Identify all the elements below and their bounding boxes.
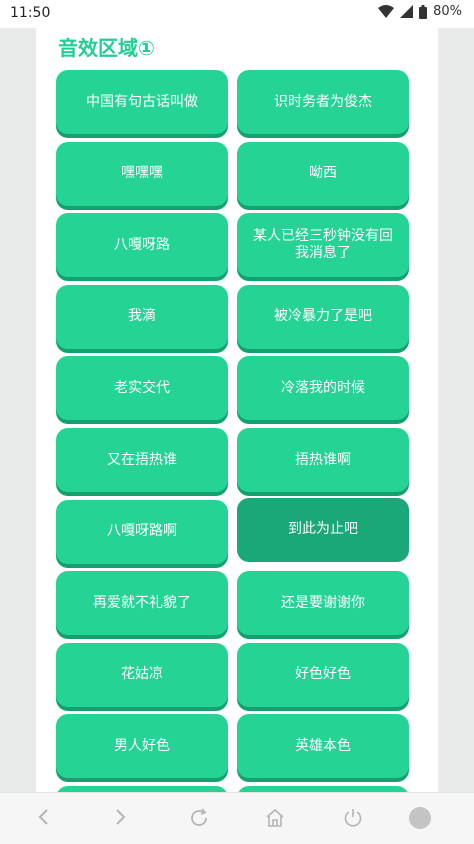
sound-button[interactable]: 呦西 — [237, 141, 409, 206]
browser-nav-bar — [0, 792, 474, 844]
sound-button[interactable]: 我滴 — [56, 284, 228, 349]
sound-button[interactable]: 花姑凉 — [56, 642, 228, 707]
sound-button[interactable]: 嘿嘿嘿 — [56, 141, 228, 206]
sound-button[interactable]: 又在捂热谁 — [56, 428, 228, 492]
sound-button[interactable]: 到此为止吧 — [237, 497, 409, 562]
battery-icon — [419, 4, 428, 19]
sound-button[interactable]: 八嘎呀路啊 — [56, 499, 228, 564]
sound-effects-card: 音效区域① 中国有句古话叫做 识时务者为俊杰 嘿嘿嘿 呦西 八嘎呀路 某人已经三秒钟没有回… — [36, 28, 438, 792]
sound-button[interactable]: 捂热谁啊 — [237, 428, 409, 492]
left-margin — [0, 28, 36, 792]
sound-button[interactable]: 男人好色 — [56, 714, 228, 779]
battery-level: 80% — [433, 4, 462, 19]
sound-button[interactable]: 中国有句古话叫做 — [56, 70, 228, 134]
power-icon[interactable] — [342, 807, 364, 829]
sound-button[interactable]: 某人已经三秒钟没有回我消息了 — [237, 213, 409, 278]
forward-icon[interactable] — [110, 807, 130, 827]
sound-button[interactable]: 八嘎呀路 — [56, 213, 228, 278]
back-icon[interactable] — [34, 807, 54, 827]
sound-button[interactable]: 英雄本色 — [237, 714, 409, 779]
sound-button[interactable]: 识时务者为俊杰 — [237, 70, 409, 134]
sound-button[interactable]: 被冷暴力了是吧 — [237, 284, 409, 349]
right-margin — [438, 28, 474, 792]
status-bar: 11:50 80% — [0, 0, 474, 28]
home-icon[interactable] — [264, 807, 286, 829]
refresh-icon[interactable] — [188, 807, 210, 829]
sound-button[interactable]: 老实交代 — [56, 356, 228, 421]
sound-button[interactable]: 还是要谢谢你 — [237, 571, 409, 636]
sound-button[interactable]: 好色好色 — [237, 642, 409, 707]
section-title: 音效区域① — [58, 36, 155, 60]
sound-button[interactable]: 冷落我的时候 — [237, 356, 409, 421]
status-time: 11:50 — [10, 5, 51, 21]
record-icon[interactable] — [408, 806, 432, 830]
sound-button[interactable]: 再爱就不礼貌了 — [56, 571, 228, 636]
signal-icon — [400, 5, 414, 18]
wifi-icon — [378, 5, 395, 18]
status-icons: 80% — [378, 4, 462, 19]
